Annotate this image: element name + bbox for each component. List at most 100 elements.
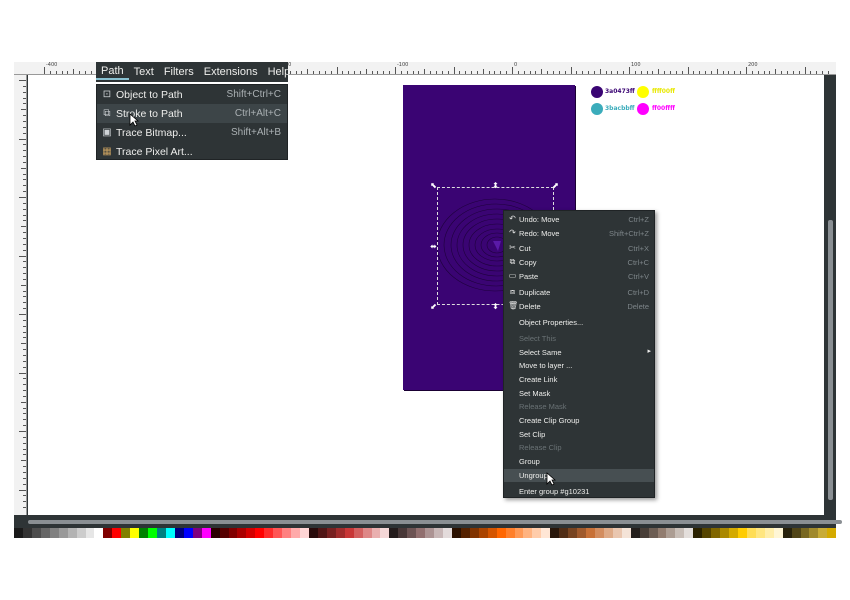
palette-swatch[interactable] (764, 528, 774, 538)
palette-swatch[interactable] (112, 528, 122, 538)
context-menu-item-select-same[interactable]: Select Same ▸ (504, 346, 654, 359)
menu-item-object-to-path[interactable]: ⊡ Object to Path Shift+Ctrl+C (97, 85, 287, 104)
context-menu-item-create-clip-group[interactable]: Create Clip Group (504, 414, 654, 427)
context-menu-item-copy[interactable]: ⧉ Copy Ctrl+C (504, 256, 654, 269)
palette-swatch[interactable] (210, 528, 220, 538)
scale-handle-top-left[interactable]: ⬉ (430, 182, 437, 190)
palette-swatch[interactable] (183, 528, 193, 538)
palette-swatch[interactable] (398, 528, 408, 538)
palette-swatch[interactable] (666, 528, 676, 538)
palette-swatch[interactable] (192, 528, 202, 538)
palette-swatch[interactable] (174, 528, 184, 538)
palette-swatch[interactable] (791, 528, 801, 538)
palette-swatch[interactable] (201, 528, 211, 538)
palette-swatch[interactable] (523, 528, 533, 538)
menu-help[interactable]: Help (263, 66, 296, 78)
palette-swatch[interactable] (94, 528, 104, 538)
color-palette[interactable] (14, 528, 837, 538)
palette-swatch[interactable] (49, 528, 59, 538)
context-menu-item-set-mask[interactable]: Set Mask (504, 387, 654, 400)
palette-swatch[interactable] (273, 528, 283, 538)
palette-swatch[interactable] (720, 528, 729, 538)
menu-item-trace-bitmap[interactable]: ▣ Trace Bitmap... Shift+Alt+B (97, 123, 287, 142)
palette-swatch[interactable] (577, 528, 586, 538)
palette-swatch[interactable] (586, 528, 595, 538)
palette-swatch[interactable] (630, 528, 640, 538)
palette-swatch[interactable] (675, 528, 685, 538)
scale-handle-bottom-left[interactable]: ⬋ (430, 303, 437, 311)
context-menu-item-create-link[interactable]: Create Link (504, 373, 654, 386)
palette-swatch[interactable] (389, 528, 399, 538)
context-menu-item-duplicate[interactable]: ⧈ Duplicate Ctrl+D (504, 286, 654, 299)
palette-swatch[interactable] (460, 528, 470, 538)
palette-swatch[interactable] (228, 528, 238, 538)
palette-swatch[interactable] (219, 528, 229, 538)
scale-handle-top[interactable]: ⬍ (492, 182, 499, 190)
horizontal-scroll-thumb[interactable] (28, 520, 842, 524)
context-menu-item-ungroup[interactable]: Ungroup (504, 469, 654, 482)
palette-swatch[interactable] (22, 528, 32, 538)
palette-swatch[interactable] (362, 528, 372, 538)
context-menu-item-redo-move[interactable]: ↷ Redo: Move Shift+Ctrl+Z (504, 227, 654, 240)
palette-swatch[interactable] (148, 528, 157, 538)
palette-swatch[interactable] (371, 528, 381, 538)
palette-swatch[interactable] (121, 528, 131, 538)
palette-swatch[interactable] (130, 528, 140, 538)
palette-swatch[interactable] (443, 528, 452, 538)
palette-swatch[interactable] (532, 528, 542, 538)
palette-swatch[interactable] (425, 528, 435, 538)
palette-swatch[interactable] (612, 528, 622, 538)
palette-swatch[interactable] (58, 528, 68, 538)
palette-swatch[interactable] (559, 528, 569, 538)
palette-swatch[interactable] (165, 528, 175, 538)
palette-swatch[interactable] (639, 528, 649, 538)
swatch-teal[interactable] (591, 103, 603, 115)
palette-swatch[interactable] (85, 528, 95, 538)
palette-swatch[interactable] (353, 528, 363, 538)
palette-swatch[interactable] (755, 528, 765, 538)
palette-swatch[interactable] (40, 528, 50, 538)
context-menu-item-set-clip[interactable]: Set Clip (504, 428, 654, 441)
palette-swatch[interactable] (746, 528, 756, 538)
context-menu-item-paste[interactable]: ▭ Paste Ctrl+V (504, 270, 654, 283)
palette-swatch[interactable] (103, 528, 113, 538)
context-menu-item-move-to-layer[interactable]: Move to layer ... (504, 359, 654, 372)
palette-swatch[interactable] (550, 528, 560, 538)
palette-swatch[interactable] (478, 528, 488, 538)
horizontal-scrollbar[interactable] (14, 515, 842, 528)
palette-swatch[interactable] (505, 528, 515, 538)
palette-swatch[interactable] (434, 528, 443, 538)
palette-swatch[interactable] (469, 528, 479, 538)
vertical-scrollbar[interactable] (825, 75, 836, 515)
palette-swatch[interactable] (684, 528, 694, 538)
palette-swatch[interactable] (693, 528, 703, 538)
palette-swatch[interactable] (514, 528, 524, 538)
palette-swatch[interactable] (737, 528, 747, 538)
palette-swatch[interactable] (308, 528, 318, 538)
palette-swatch[interactable] (621, 528, 631, 538)
context-menu-item-undo-move[interactable]: ↶ Undo: Move Ctrl+Z (504, 213, 654, 226)
scale-handle-left[interactable]: ⬌ (430, 243, 437, 251)
palette-swatch[interactable] (827, 528, 837, 538)
palette-swatch[interactable] (76, 528, 86, 538)
palette-swatch[interactable] (326, 528, 336, 538)
palette-swatch[interactable] (380, 528, 390, 538)
palette-swatch[interactable] (818, 528, 828, 538)
swatch-yellow[interactable] (637, 86, 649, 98)
palette-swatch[interactable] (139, 528, 149, 538)
palette-swatch[interactable] (264, 528, 274, 538)
palette-swatch[interactable] (344, 528, 354, 538)
menu-item-trace-pixel-art[interactable]: ▦ Trace Pixel Art... (97, 142, 287, 161)
palette-swatch[interactable] (246, 528, 256, 538)
palette-swatch[interactable] (416, 528, 426, 538)
swatch-magenta[interactable] (637, 103, 649, 115)
context-menu-item-cut[interactable]: ✂ Cut Ctrl+X (504, 242, 654, 255)
palette-swatch[interactable] (800, 528, 810, 538)
menu-text[interactable]: Text (129, 66, 159, 78)
menu-filters[interactable]: Filters (159, 66, 199, 78)
palette-swatch[interactable] (291, 528, 300, 538)
palette-swatch[interactable] (603, 528, 613, 538)
palette-swatch[interactable] (657, 528, 667, 538)
palette-swatch[interactable] (317, 528, 327, 538)
palette-swatch[interactable] (335, 528, 345, 538)
